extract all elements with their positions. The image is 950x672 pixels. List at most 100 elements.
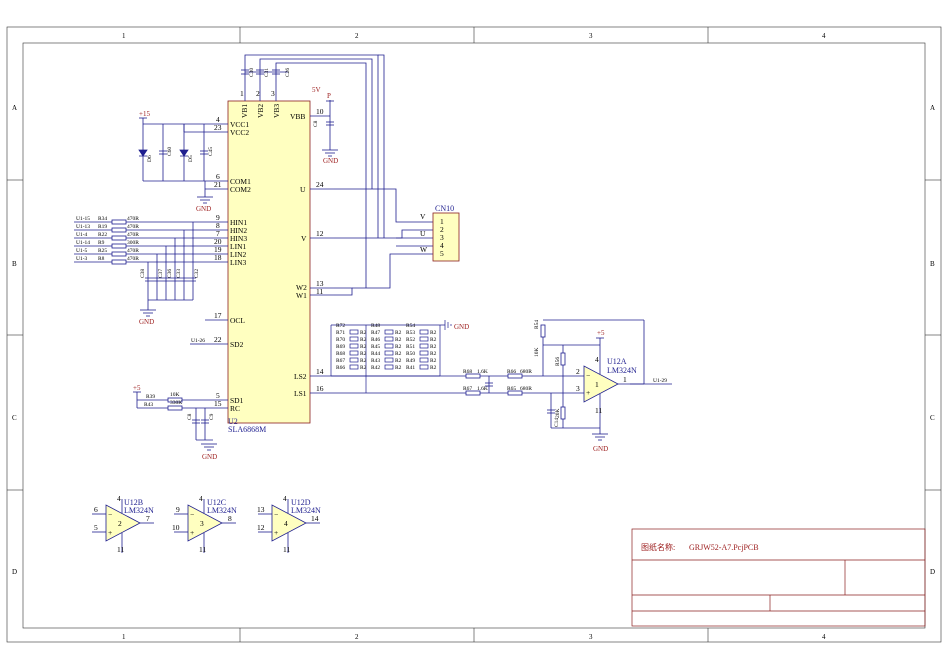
pin-num: 10 [316, 107, 324, 116]
net-label: U1-14 [76, 240, 90, 246]
pin-name: VBB [290, 112, 305, 121]
phase-label: W [420, 245, 428, 254]
pin-name: VB3 [272, 104, 281, 118]
shunt-resistor-value: R2 [395, 365, 402, 371]
opamp-pin: 11 [117, 545, 124, 554]
opamp-part: LM324N [607, 366, 637, 375]
res-name: R56 [555, 357, 561, 366]
col-label-bottom: 4 [822, 633, 826, 641]
opamp-pin: 11 [199, 545, 206, 554]
row-label-left: D [12, 568, 17, 576]
pin-num: 21 [214, 180, 222, 189]
cap-label: C26 [285, 68, 291, 77]
gnd-label: GND [323, 157, 338, 165]
svg-text:+: + [586, 388, 590, 397]
shunt-resistor-name: R49 [406, 358, 415, 364]
schematic-sheet: 1 2 3 4 1 2 3 4 A B C D A B C D U2 SLA68… [0, 0, 950, 672]
opamp-pin: 4 [595, 355, 599, 364]
gnd-label: GND [593, 445, 608, 453]
shunt-resistor-name: R69 [336, 344, 345, 350]
sd2-net-label: U1-26 [191, 338, 205, 344]
res-name: R54 [534, 320, 540, 329]
opamp-pin: 2 [576, 367, 580, 376]
cap-label: C14 [554, 418, 560, 427]
pin-name: U [300, 185, 306, 194]
res-name: R68 [463, 369, 472, 375]
net-label: U1-3 [76, 256, 88, 262]
res-value: 680R [520, 369, 532, 375]
cap-label: C32 [194, 269, 200, 278]
net-label: U1-5 [76, 248, 88, 254]
col-label-bottom: 2 [355, 633, 359, 641]
row-label-right: A [930, 104, 935, 112]
res-name: R22 [98, 232, 107, 238]
diode-label: D6 [147, 155, 153, 162]
pin-num: 23 [214, 123, 222, 132]
res-name: R67 [463, 386, 472, 392]
res-name: R19 [98, 224, 107, 230]
res-name: R9 [98, 240, 105, 246]
shunt-resistor-name: R43 [371, 358, 380, 364]
pin-num: 12 [316, 229, 324, 238]
shunt-resistor-value: R2 [430, 365, 437, 371]
col-label-bottom: 3 [589, 633, 593, 641]
net-label: U1-15 [76, 216, 90, 222]
pin-name: VB2 [256, 104, 265, 118]
opamp-pin: 5 [94, 523, 98, 532]
opamp-ref: U12A [607, 357, 627, 366]
col-label-top: 1 [122, 32, 126, 40]
pin-name: OCL [230, 316, 245, 325]
shunt-resistor-value: R2 [360, 344, 367, 350]
opamp-pin: 11 [283, 545, 290, 554]
res-value: 10K [534, 348, 540, 358]
res-value: 20K [555, 409, 561, 419]
cn-pin: 5 [440, 249, 444, 258]
shunt-resistor-name: R52 [406, 337, 415, 343]
opamp-pin: 6 [94, 505, 98, 514]
svg-text:+: + [274, 528, 278, 537]
shunt-resistor-name: R53 [406, 330, 415, 336]
u2-ic[interactable]: U2 SLA6868M [227, 100, 311, 434]
opamp-unit: 4 [284, 519, 288, 528]
pin-name: W1 [296, 291, 307, 300]
opamp-unit: 1 [595, 380, 599, 389]
col-label-top: 2 [355, 32, 359, 40]
shunt-resistor-name: R46 [371, 337, 380, 343]
cap-label: C33 [176, 269, 182, 278]
res-value: 300R [127, 240, 139, 246]
res-value: 680R [520, 386, 532, 392]
pin-name: VB1 [240, 104, 249, 118]
gnd-label: GND [196, 205, 211, 213]
cap-label: C45 [208, 147, 214, 156]
cn10-designator: CN10 [435, 204, 454, 213]
shunt-resistor-name: R47 [371, 330, 380, 336]
opamp-part: LM324N [207, 506, 237, 515]
vcc-label: 5V [312, 86, 321, 94]
res-value: 470R [127, 224, 139, 230]
opamp-pin: 1 [623, 375, 627, 384]
shunt-resistor-name: R50 [406, 351, 415, 357]
row-label-left: B [12, 260, 17, 268]
svg-text:−: − [190, 510, 194, 519]
res-value: 470R [127, 248, 139, 254]
res-name: R65 [507, 386, 516, 392]
shunt-resistor-value: R2 [395, 344, 402, 350]
gnd-label: GND [139, 318, 154, 326]
vbb-cap-label: C8 [313, 120, 319, 127]
phase-label: V [420, 212, 426, 221]
pin-name: LS2 [294, 372, 307, 381]
row-label-right: C [930, 414, 935, 422]
pin-name: LIN3 [230, 258, 246, 267]
shunt-resistor-value: R2 [430, 358, 437, 364]
res-name: R34 [98, 216, 107, 222]
cap-label: C9 [209, 413, 215, 420]
title-label: 图纸名称: [641, 542, 675, 552]
pin-num: 22 [214, 335, 222, 344]
pin-name: COM2 [230, 185, 251, 194]
pin-name: LS1 [294, 389, 307, 398]
pin-num: 16 [316, 384, 324, 393]
res-name: R39 [146, 394, 155, 400]
svg-text:+: + [108, 528, 112, 537]
cap-label: C8 [187, 413, 193, 420]
shunt-resistor-name: R51 [406, 344, 415, 350]
